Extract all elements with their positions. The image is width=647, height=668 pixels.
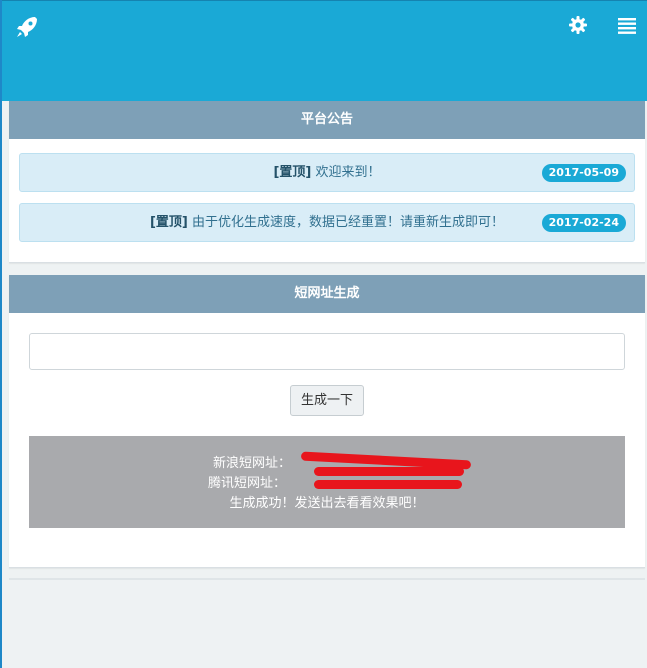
gear-icon[interactable] — [568, 15, 588, 35]
shortener-panel: 短网址生成 生成一下 新浪短网址： 腾讯短网址： 生成成功！发送出去看看效果吧！ — [9, 275, 645, 568]
announcement-item: [置顶] 欢迎来到！ 2017-05-09 — [19, 153, 635, 192]
date-badge: 2017-02-24 — [541, 214, 626, 232]
announcement-item: [置顶] 由于优化生成速度，数据已经重置！请重新生成即可！ 2017-02-24 — [19, 203, 635, 242]
date-badge: 2017-05-09 — [541, 164, 626, 182]
footer-divider — [9, 578, 645, 580]
url-input[interactable] — [29, 333, 625, 370]
announcement-panel: 平台公告 [置顶] 欢迎来到！ 2017-05-09 [置顶] 由于优化生成速度… — [9, 101, 645, 263]
top-navbar — [2, 0, 647, 101]
tencent-label: 腾讯短网址： — [207, 476, 286, 491]
announcement-text: 欢迎来到！ — [315, 165, 381, 180]
result-box: 新浪短网址： 腾讯短网址： 生成成功！发送出去看看效果吧！ — [29, 436, 625, 528]
rocket-icon[interactable] — [15, 15, 39, 39]
success-message: 生成成功！发送出去看看效果吧！ — [229, 496, 425, 511]
pin-tag: [置顶] — [273, 165, 312, 180]
redaction-mark — [314, 467, 464, 476]
announcement-title: 平台公告 — [9, 101, 645, 139]
sina-label: 新浪短网址： — [212, 456, 291, 471]
pin-tag: [置顶] — [149, 215, 188, 230]
generate-button[interactable]: 生成一下 — [290, 385, 364, 416]
announcement-text: 由于优化生成速度，数据已经重置！请重新生成即可！ — [192, 215, 505, 230]
menu-icon[interactable] — [618, 18, 636, 34]
redaction-mark — [314, 480, 462, 489]
shortener-title: 短网址生成 — [9, 275, 645, 313]
